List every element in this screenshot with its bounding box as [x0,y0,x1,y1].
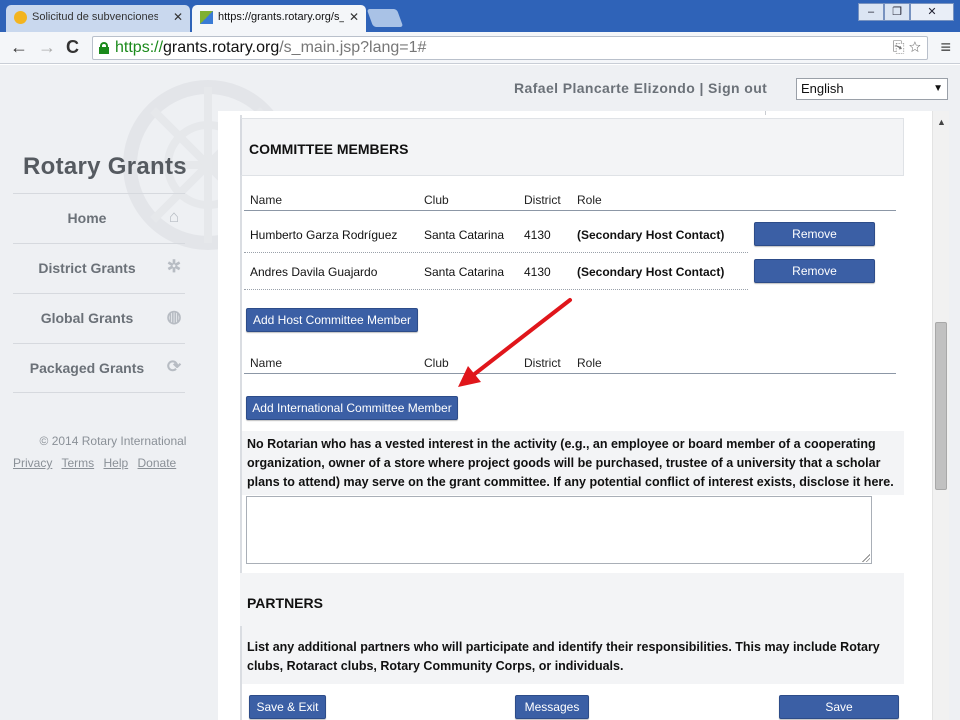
column-header-club: Club [424,193,449,207]
sidebar-item-global-grants[interactable]: Global Grants ◍ [13,293,185,343]
add-host-committee-member-button[interactable]: Add Host Committee Member [246,308,418,332]
remove-member-button[interactable]: Remove [754,259,875,283]
url-scheme: https:// [115,39,164,56]
partners-description-text: List any additional partners who will pa… [247,640,880,673]
column-header-club: Club [424,356,449,370]
url-host: grants.rotary.org [163,39,280,56]
column-header-district: District [524,356,561,370]
sidebar: Rotary Grants Home ⌂ District Grants ✲ G… [0,65,218,720]
rotary-favicon-icon [14,11,27,24]
browser-toolbar: ← → C https://grants.rotary.org/s_main.j… [0,32,960,64]
globe-icon: ◍ [166,307,182,326]
member-district: 4130 [524,265,551,279]
member-role: (Secondary Host Contact) [577,265,725,279]
language-value: English [801,81,844,96]
sidebar-nav: Home ⌂ District Grants ✲ Global Grants ◍… [13,193,185,393]
conflict-disclosure-textarea[interactable] [246,496,872,564]
partners-description: List any additional partners who will pa… [242,626,904,684]
messages-button[interactable]: Messages [515,695,589,719]
browser-tab-grants-application[interactable]: Solicitud de subvenciones | M ✕ [6,5,190,32]
sidebar-item-label: Global Grants [40,310,134,326]
host-table-header: Name Club District Role [244,189,896,211]
save-and-exit-button[interactable]: Save & Exit [249,695,326,719]
sidebar-item-label: Home [67,210,107,226]
window-controls: – ❐ ✕ [858,3,954,23]
browser-tab-strip: Solicitud de subvenciones | M ✕ https://… [0,0,960,32]
conflict-of-interest-notice: No Rotarian who has a vested interest in… [242,431,904,495]
sidebar-item-home[interactable]: Home ⌂ [13,193,185,243]
back-arrow-icon[interactable]: ← [10,37,28,57]
member-name: Humberto Garza Rodríguez [250,228,398,242]
gear-icon: ✲ [166,257,182,276]
donate-link[interactable]: Donate [138,456,177,470]
help-link[interactable]: Help [103,456,128,470]
resize-grip-icon[interactable] [861,553,870,562]
partners-section-header: PARTNERS [240,573,904,626]
section-title: PARTNERS [247,595,323,611]
lock-icon [99,42,109,54]
copyright-text: © 2014 Rotary International [39,434,187,448]
scrollbar-thumb[interactable] [935,322,947,490]
column-header-role: Role [577,193,602,207]
section-title: COMMITTEE MEMBERS [249,141,409,157]
save-button[interactable]: Save [779,695,899,719]
table-row: Humberto Garza Rodríguez Santa Catarina … [244,216,748,253]
tab-title: https://grants.rotary.org/s_ [218,11,344,23]
member-name: Andres Davila Guajardo [250,265,378,279]
home-icon: ⌂ [168,207,180,226]
terms-link[interactable]: Terms [61,456,94,470]
user-signout-link[interactable]: Rafael Plancarte Elizondo | Sign out [514,80,767,96]
browser-tab-grants-main[interactable]: https://grants.rotary.org/s_ ✕ [192,5,366,32]
scroll-up-arrow-icon[interactable]: ▲ [937,117,946,127]
refresh-icon: ⟳ [166,357,182,376]
committee-section-header: COMMITTEE MEMBERS [240,118,904,176]
table-row: Andres Davila Guajardo Santa Catarina 41… [244,253,748,290]
sidebar-item-district-grants[interactable]: District Grants ✲ [13,243,185,293]
forward-arrow-icon[interactable]: → [38,37,56,57]
column-header-district: District [524,193,561,207]
new-tab-button[interactable] [366,9,404,27]
member-club: Santa Catarina [424,228,505,242]
reload-icon[interactable]: C [66,37,79,57]
close-window-button[interactable]: ✕ [910,3,954,21]
tab-close-icon[interactable]: ✕ [349,10,359,24]
privacy-link[interactable]: Privacy [13,456,52,470]
grant-form-panel: COMMITTEE MEMBERS Name Club District Rol… [218,111,932,720]
bookmark-star-icon[interactable]: ⎘ ☆ [893,37,921,59]
sidebar-item-label: Packaged Grants [29,360,145,376]
page-scrollbar[interactable]: ▲ [932,111,949,720]
sidebar-item-packaged-grants[interactable]: Packaged Grants ⟳ [13,343,185,393]
sidebar-item-label: District Grants [38,260,136,276]
address-bar[interactable]: https://grants.rotary.org/s_main.jsp?lan… [92,36,928,60]
column-header-role: Role [577,356,602,370]
site-brand[interactable]: Rotary Grants [23,153,187,181]
tab-close-icon[interactable]: ✕ [173,10,183,24]
minimize-window-button[interactable]: – [858,3,884,21]
add-international-committee-member-button[interactable]: Add International Committee Member [246,396,458,420]
member-role: (Secondary Host Contact) [577,228,725,242]
maximize-window-button[interactable]: ❐ [884,3,910,21]
language-select[interactable]: English ▼ [796,78,948,100]
url-path: /s_main.jsp?lang=1# [279,39,427,56]
page-viewport: Rotary Grants Home ⌂ District Grants ✲ G… [0,65,960,720]
remove-member-button[interactable]: Remove [754,222,875,246]
international-table-header: Name Club District Role [244,352,896,374]
dropdown-arrow-icon: ▼ [933,83,943,94]
member-club: Santa Catarina [424,265,505,279]
tab-title: Solicitud de subvenciones | M [32,11,158,23]
site-favicon-icon [200,11,213,24]
column-header-name: Name [250,193,283,207]
browser-menu-icon[interactable]: ≡ [940,37,951,58]
footer-links: Privacy Terms Help Donate [13,456,182,470]
divider [765,111,766,115]
member-district: 4130 [524,228,551,242]
column-header-name: Name [250,356,283,370]
